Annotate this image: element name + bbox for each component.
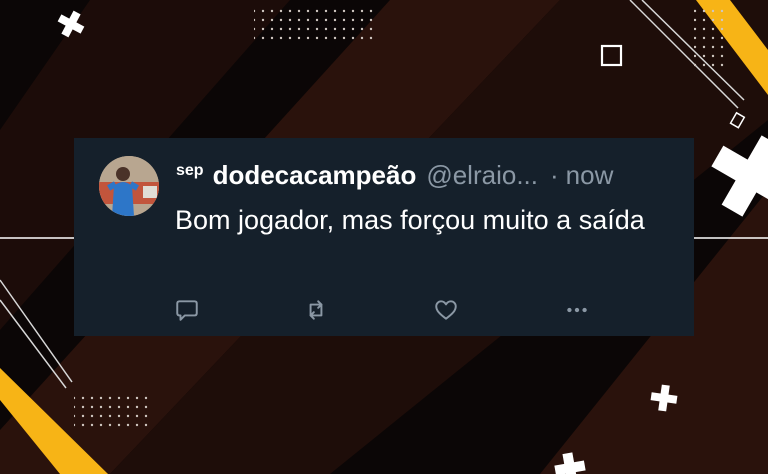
user-handle[interactable]: @elraio... bbox=[426, 160, 538, 191]
separator-dot: · bbox=[549, 160, 559, 190]
tweet-card[interactable]: sep dodecacampeão @elraio... · now Bom j… bbox=[74, 138, 694, 336]
avatar[interactable] bbox=[99, 156, 159, 216]
tweet-header: sep dodecacampeão @elraio... · now bbox=[176, 160, 680, 191]
retweet-icon bbox=[309, 300, 323, 320]
name-prefix: sep bbox=[176, 162, 204, 179]
tweet-text: Bom jogador, mas forçou muito a saída bbox=[175, 205, 645, 235]
reply-icon bbox=[176, 300, 198, 321]
display-name[interactable]: dodecacampeão bbox=[213, 160, 417, 191]
reply-button[interactable] bbox=[174, 297, 200, 323]
retweet-button[interactable] bbox=[303, 297, 329, 323]
timestamp[interactable]: now bbox=[566, 160, 614, 191]
more-options-button[interactable] bbox=[564, 297, 590, 323]
more-icon bbox=[567, 307, 587, 313]
like-button[interactable] bbox=[433, 297, 459, 323]
avatar-image bbox=[99, 156, 159, 216]
like-icon bbox=[435, 300, 457, 320]
